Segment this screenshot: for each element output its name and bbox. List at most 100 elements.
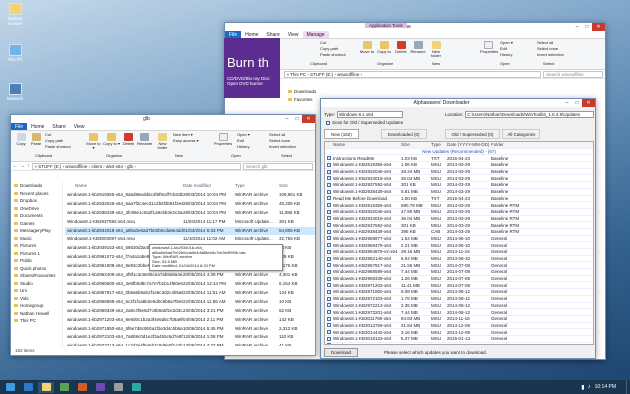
new-folder-button[interactable]: New folder <box>155 133 170 150</box>
update-checkbox[interactable] <box>327 276 331 281</box>
file-row[interactable]: windows8.1-kb2934018-x64_a8ba0e6ad7b02b0… <box>65 226 315 236</box>
file-row[interactable]: windows8.1-kb2932046-x64_6aa7f2c4ec31c2b… <box>65 200 315 209</box>
update-row[interactable]: Windows8.1-KB2962140-x64 5.04 MB MSU 2014-0… <box>325 256 593 263</box>
copy-button[interactable]: Copy <box>14 133 28 146</box>
taskbar-explorer[interactable] <box>38 381 54 393</box>
update-checkbox[interactable] <box>327 236 331 241</box>
paste-shortcut-button[interactable]: Paste shortcut <box>320 53 346 57</box>
cut-button[interactable]: Cut <box>320 41 326 45</box>
file-row[interactable]: Windows8.1-KB2937592-x64.msu 11/04/2014 1… <box>65 218 315 227</box>
network-tray-icon[interactable]: ▮ <box>581 384 584 391</box>
os-select[interactable]: Windows 8.1 x64 <box>337 110 404 118</box>
tab-share[interactable]: Share <box>48 123 69 130</box>
nav-item[interactable]: MessageryPlay <box>11 227 62 235</box>
update-row[interactable]: Windows8.1-KB2934018-x64 36.04 MB MSU 2014-… <box>325 216 593 223</box>
update-row[interactable]: Windows8.1-KB2937592-x64 301 KB MSU 2014-03… <box>325 182 593 189</box>
update-checkbox[interactable] <box>327 216 331 221</box>
column-name[interactable]: Name <box>325 142 401 147</box>
tab-view[interactable]: View <box>70 123 89 130</box>
desktop-icon-this-pc[interactable]: This PC <box>2 44 28 62</box>
copy-path-button[interactable]: Copy path <box>320 47 338 51</box>
tab-view[interactable]: View <box>284 31 303 38</box>
column-date[interactable]: Date modified <box>183 182 235 191</box>
update-checkbox[interactable] <box>327 203 331 208</box>
update-checkbox[interactable] <box>327 256 331 261</box>
tab-home[interactable]: Home <box>27 123 48 130</box>
nav-item[interactable]: OneDrive <box>11 205 62 213</box>
taskbar-ie[interactable] <box>20 382 36 393</box>
update-row[interactable]: Windows8.1-KB2932046-x64 47.80 MB MSU 2014-… <box>325 209 593 216</box>
taskbar-app-4[interactable] <box>110 382 126 393</box>
nav-item[interactable]: Nathan Howell <box>11 310 62 318</box>
open-dropdown[interactable]: Open ▾ <box>237 133 250 137</box>
delete-button[interactable]: Delete <box>393 41 409 54</box>
copy-path-button[interactable]: Copy path <box>45 139 63 143</box>
update-row[interactable]: Instructions ReadMe 1.03 KB TXT 2015-04-23 B… <box>325 155 593 163</box>
column-size[interactable]: Size <box>279 182 315 191</box>
nav-item[interactable]: Music <box>11 235 62 243</box>
edit-button[interactable]: Edit <box>237 139 244 143</box>
easy-access-button[interactable]: Easy access ▾ <box>173 139 199 143</box>
nav-item[interactable]: Recent places <box>11 190 62 198</box>
update-checkbox[interactable] <box>327 296 331 301</box>
copy-to-button[interactable]: Copy to <box>376 41 392 54</box>
back-icon[interactable]: ← <box>13 163 18 169</box>
nav-item[interactable]: Public <box>11 257 62 265</box>
update-row[interactable]: Windows8.1-KB3018133-x64 5.37 MB MSU 2015-0… <box>325 336 593 343</box>
open-dropdown[interactable]: Open ▾ <box>500 41 513 45</box>
new-folder-button[interactable]: New folder <box>428 41 444 58</box>
move-to-button[interactable]: Move to <box>359 41 375 54</box>
file-row[interactable]: windows8.1-kb2938439-x64_3fc89e1c0a2f1a9… <box>65 209 315 218</box>
column-size[interactable]: Size <box>401 142 431 147</box>
update-row[interactable]: Windows8.1-KB2937592-x64 301 KB MSU 2014-03… <box>325 222 593 229</box>
nav-item[interactable]: Uni <box>11 287 62 295</box>
update-checkbox[interactable] <box>327 189 331 194</box>
update-checkbox[interactable] <box>327 243 331 248</box>
column-type[interactable]: Type <box>235 182 279 191</box>
update-checkbox[interactable] <box>327 182 331 187</box>
update-row[interactable]: Windows8.1-KB3014442-x64 3.16 MB MSU 2014-1… <box>325 329 593 336</box>
invert-selection-button[interactable]: Invert selection <box>269 145 296 149</box>
nav-item[interactable]: Quick photos <box>11 265 62 273</box>
taskbar-app-3[interactable] <box>92 382 108 393</box>
update-row[interactable]: Windows8.1-KB2968599-x64 7.44 MB MSU 2014-0… <box>325 269 593 276</box>
file-row[interactable]: windows8.1-kb2969339-x64_2a8c4f5e6d7c8b9… <box>65 307 315 316</box>
show-desktop-button[interactable] <box>626 380 630 394</box>
column-folder[interactable]: Folder <box>491 142 504 147</box>
tab-share[interactable]: Share <box>262 31 283 38</box>
update-checkbox[interactable] <box>327 283 331 288</box>
tab-new[interactable]: New (182) <box>324 129 359 139</box>
select-none-button[interactable]: Select none <box>269 139 290 143</box>
file-row[interactable]: Windows8.1-KB3003097-x64.msu 11/10/2014 1… <box>65 235 315 244</box>
update-row[interactable]: Windows8.1-KB2959977-x64 1.54 MB MSU 2014-0… <box>325 236 593 243</box>
update-row[interactable]: Windows8.1-KB3011780-x64 94.83 MB MSU 2014-… <box>325 316 593 323</box>
nav-item[interactable]: Documents <box>11 212 62 220</box>
update-row[interactable]: Windows8.1-KB2934018-x64 36.04 MB MSU 2014-… <box>325 175 593 183</box>
column-name[interactable]: Name <box>65 182 183 191</box>
update-checkbox[interactable] <box>327 269 331 274</box>
column-type[interactable]: Type <box>431 142 447 147</box>
minimize-button[interactable]: – <box>562 99 572 107</box>
maximize-button[interactable]: □ <box>572 99 582 107</box>
update-row[interactable]: Windows8.1-KB3013769-x64 31.84 MB MSU 2014-… <box>325 323 593 330</box>
close-button[interactable]: ✕ <box>302 115 315 123</box>
properties-button[interactable]: Properties <box>480 41 498 54</box>
search-input[interactable]: Search wsusoffline <box>543 70 603 78</box>
desktop-icon-network[interactable]: Network <box>2 83 28 101</box>
volume-tray-icon[interactable]: ♪ <box>588 384 591 390</box>
start-button[interactable] <box>2 382 18 393</box>
update-checkbox[interactable] <box>327 289 331 294</box>
maximize-button[interactable]: □ <box>292 115 302 123</box>
file-row[interactable]: windows8.1-kb2971203-x64_8e9d0c1b2a3f4e5… <box>65 316 315 325</box>
update-row[interactable]: Windows8.1-KB2972103-x64 1.76 MB MSU 2014-0… <box>325 296 593 303</box>
update-row[interactable]: Windows8.1-KB2919355-x64 690.78 MB MSU 2014… <box>325 202 593 209</box>
column-date[interactable]: Date (YYYY-MM-DD) <box>447 142 491 147</box>
update-row[interactable]: Windows8.1-KB2919355-x64 1.06 KB MSU 2014-0… <box>325 162 593 169</box>
scan-checkbox[interactable] <box>326 120 330 125</box>
update-checkbox[interactable] <box>327 196 331 201</box>
tab-downloaded[interactable]: Downloaded (0) <box>380 129 427 139</box>
file-row[interactable]: windows8.1-kb2972213-x64_1c2d3e4f5a6b7c8… <box>65 342 315 346</box>
nav-item[interactable]: Homegroup <box>11 302 62 310</box>
clock[interactable]: 10:14 PM <box>595 384 616 390</box>
location-input[interactable]: C:\Users\Nathan\Downloads\WinToolkit_1.5… <box>465 110 594 118</box>
